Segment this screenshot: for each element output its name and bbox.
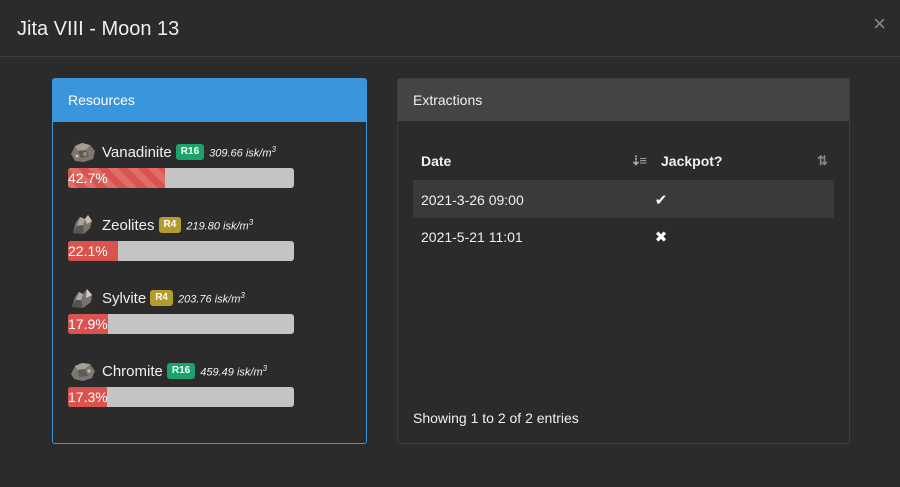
ore-icon [71,363,95,381]
ore-icon [73,215,92,234]
table-header: Date ⇣≡ Jackpot? ⇅ [413,142,834,181]
resource-name: Vanadinite [102,143,172,161]
cell-jackpot: ✖ [653,228,834,246]
resource-item: Chromite R16 459.49 isk/m3 17.3% [68,359,294,407]
resource-progress-bar: 22.1% [68,241,294,261]
table-row: 2021-5-21 11:01 ✖ [413,218,834,255]
resource-progress-bar: 42.7% [68,168,294,188]
resource-price: 219.80 isk/m3 [186,217,254,233]
resource-item: Vanadinite R16 309.66 isk/m3 42.7% [68,140,294,188]
resource-percent: 22.1% [68,243,108,259]
ore-icon [72,289,92,308]
resource-tier-badge: R16 [175,144,205,160]
resource-price: 309.66 isk/m3 [209,144,276,160]
modal-header: Jita VIII - Moon 13 × [0,0,900,57]
resource-item: Zeolites R4 219.80 isk/m3 22.1% [68,213,294,261]
ore-icon [71,143,95,162]
column-header-date-label: Date [421,153,452,169]
check-icon: ✔ [654,191,668,209]
resources-panel-header: Resources [53,79,366,122]
table-info: Showing 1 to 2 of 2 entries [413,410,579,426]
resource-price: 203.76 isk/m3 [177,290,245,306]
resource-tier-badge: R4 [150,290,173,306]
cell-date: 2021-5-21 11:01 [421,228,523,245]
resource-name: Sylvite [102,289,147,307]
cell-date: 2021-3-26 09:00 [421,191,524,208]
sort-both-icon: ⇅ [817,153,828,168]
extractions-panel: Extractions Date ⇣≡ Jackpot? ⇅ 2021-3-26… [397,78,850,444]
column-header-date[interactable]: Date ⇣≡ [413,153,653,169]
table-row: 2021-3-26 09:00 ✔ [413,181,834,218]
extractions-panel-header: Extractions [398,79,849,121]
resource-percent: 17.9% [68,316,108,332]
resource-item: Sylvite R4 203.76 isk/m3 17.9% [68,286,294,334]
resource-percent: 17.3% [68,389,108,405]
close-button[interactable]: × [873,13,886,35]
column-header-jackpot[interactable]: Jackpot? ⇅ [653,153,834,169]
extractions-table: Date ⇣≡ Jackpot? ⇅ 2021-3-26 09:00 ✔ 202… [413,142,834,255]
resource-progress-bar: 17.3% [68,387,294,407]
times-icon: ✖ [654,228,668,246]
resource-name: Chromite [102,362,163,380]
sort-desc-icon: ⇣≡ [630,153,648,168]
resource-tier-badge: R4 [158,217,182,233]
cell-jackpot: ✔ [653,191,834,209]
resource-percent: 42.7% [68,170,108,186]
column-header-jackpot-label: Jackpot? [661,153,723,169]
resource-progress-bar: 17.9% [68,314,294,334]
resource-tier-badge: R16 [166,363,196,379]
resource-name: Zeolites [102,216,155,234]
resource-price: 459.49 isk/m3 [200,363,268,379]
resources-panel: Resources Vanadinite R16 309.66 isk/m3 4… [52,78,367,444]
modal-title: Jita VIII - Moon 13 [17,18,180,40]
